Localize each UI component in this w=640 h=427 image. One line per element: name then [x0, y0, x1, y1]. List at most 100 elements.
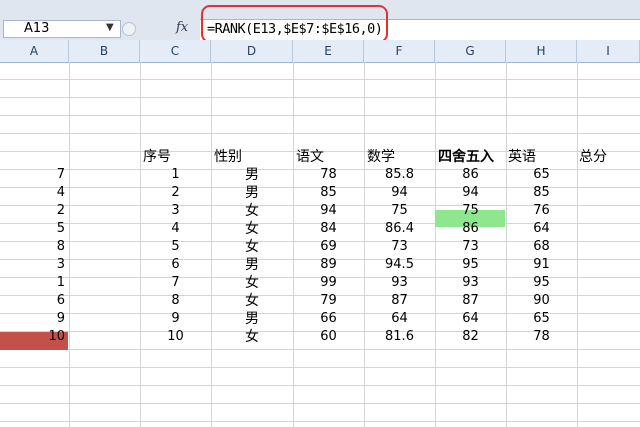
cell-rank[interactable]: 6	[0, 292, 65, 310]
grid-line	[69, 62, 70, 427]
column-header-d[interactable]: D	[211, 40, 293, 62]
cell-round[interactable]: 64	[435, 310, 506, 328]
header-gender: 性别	[214, 149, 242, 165]
cell-chinese[interactable]: 60	[293, 328, 364, 346]
column-header-f[interactable]: F	[364, 40, 435, 62]
cell-rank[interactable]: 10	[0, 328, 65, 346]
column-header-i[interactable]: I	[577, 40, 640, 62]
cell-english[interactable]: 95	[506, 274, 577, 292]
cell-round[interactable]: 82	[435, 328, 506, 346]
cell-math[interactable]: 87	[364, 292, 435, 310]
header-chinese: 语文	[296, 149, 324, 165]
formula-annotation-outline	[201, 5, 388, 43]
insert-function-icon[interactable]: fx	[176, 20, 188, 35]
cell-math[interactable]: 73	[364, 238, 435, 256]
cell-gender[interactable]: 女	[211, 328, 293, 346]
cell-index[interactable]: 6	[140, 256, 211, 274]
cell-index[interactable]: 1	[140, 166, 211, 184]
cell-chinese[interactable]: 94	[293, 202, 364, 220]
cell-gender[interactable]: 女	[211, 274, 293, 292]
cell-rank[interactable]: 9	[0, 310, 65, 328]
cell-gender[interactable]: 男	[211, 310, 293, 328]
cell-math[interactable]: 93	[364, 274, 435, 292]
cell-english[interactable]: 85	[506, 184, 577, 202]
cell-rank[interactable]: 8	[0, 238, 65, 256]
cell-chinese[interactable]: 84	[293, 220, 364, 238]
cell-math[interactable]: 75	[364, 202, 435, 220]
column-header-g[interactable]: G	[435, 40, 506, 62]
cell-gender[interactable]: 男	[211, 256, 293, 274]
cell-english[interactable]: 76	[506, 202, 577, 220]
cell-chinese[interactable]: 66	[293, 310, 364, 328]
cell-rank[interactable]: 2	[0, 202, 65, 220]
cell-chinese[interactable]: 78	[293, 166, 364, 184]
grid-line	[0, 349, 640, 350]
cell-rank[interactable]: 5	[0, 220, 65, 238]
name-box[interactable]: A13	[3, 20, 121, 38]
grid-line	[0, 97, 640, 98]
cell-math[interactable]: 94.5	[364, 256, 435, 274]
grid-line	[0, 115, 640, 116]
cell-round[interactable]: 93	[435, 274, 506, 292]
cell-index[interactable]: 8	[140, 292, 211, 310]
column-header-e[interactable]: E	[293, 40, 364, 62]
cell-round[interactable]: 86	[435, 220, 506, 238]
column-header-h[interactable]: H	[506, 40, 577, 62]
cell-round[interactable]: 87	[435, 292, 506, 310]
cell-math[interactable]: 85.8	[364, 166, 435, 184]
cell-english[interactable]: 90	[506, 292, 577, 310]
cell-round[interactable]: 95	[435, 256, 506, 274]
cell-chinese[interactable]: 85	[293, 184, 364, 202]
resize-handle-icon[interactable]	[122, 22, 136, 36]
cell-math[interactable]: 81.6	[364, 328, 435, 346]
grid-line	[0, 367, 640, 368]
cell-chinese[interactable]: 99	[293, 274, 364, 292]
formula-bar: A13 ▼ fx =RANK(E13,$E$7:$E$16,0)	[0, 0, 640, 43]
cell-chinese[interactable]: 79	[293, 292, 364, 310]
cell-gender[interactable]: 女	[211, 238, 293, 256]
cell-english[interactable]: 64	[506, 220, 577, 238]
header-math: 数学	[367, 149, 395, 165]
cell-round[interactable]: 75	[435, 202, 506, 220]
cell-chinese[interactable]: 89	[293, 256, 364, 274]
sheet-grid[interactable]: 序号 性别 语文 数学 四舍五入 英语 总分 7 1 男 78 85.8 86 65 4 2 男 8…	[0, 62, 640, 427]
cell-math[interactable]: 86.4	[364, 220, 435, 238]
cell-english[interactable]: 78	[506, 328, 577, 346]
cell-math[interactable]: 94	[364, 184, 435, 202]
cell-rank[interactable]: 4	[0, 184, 65, 202]
column-headers: A B C D E F G H I	[0, 40, 640, 63]
cell-index[interactable]: 4	[140, 220, 211, 238]
header-round: 四舍五入	[438, 149, 494, 165]
column-header-c[interactable]: C	[140, 40, 211, 62]
cell-english[interactable]: 65	[506, 310, 577, 328]
column-header-a[interactable]: A	[0, 40, 69, 62]
cell-gender[interactable]: 女	[211, 220, 293, 238]
cell-round[interactable]: 86	[435, 166, 506, 184]
cell-index[interactable]: 7	[140, 274, 211, 292]
cell-gender[interactable]: 女	[211, 202, 293, 220]
cell-math[interactable]: 64	[364, 310, 435, 328]
cell-index[interactable]: 10	[140, 328, 211, 346]
column-header-b[interactable]: B	[69, 40, 140, 62]
cell-index[interactable]: 3	[140, 202, 211, 220]
grid-line	[0, 421, 640, 422]
cell-round[interactable]: 73	[435, 238, 506, 256]
cell-round[interactable]: 94	[435, 184, 506, 202]
cell-gender[interactable]: 男	[211, 184, 293, 202]
cell-english[interactable]: 68	[506, 238, 577, 256]
cell-index[interactable]: 2	[140, 184, 211, 202]
cell-english[interactable]: 91	[506, 256, 577, 274]
cell-index[interactable]: 5	[140, 238, 211, 256]
cell-index[interactable]: 9	[140, 310, 211, 328]
grid-line	[0, 133, 640, 134]
cell-english[interactable]: 65	[506, 166, 577, 184]
grid-line	[0, 79, 640, 80]
cell-chinese[interactable]: 69	[293, 238, 364, 256]
cell-gender[interactable]: 男	[211, 166, 293, 184]
chevron-down-icon[interactable]: ▼	[106, 22, 114, 33]
header-index: 序号	[143, 149, 171, 165]
cell-rank[interactable]: 1	[0, 274, 65, 292]
cell-rank[interactable]: 3	[0, 256, 65, 274]
cell-rank[interactable]: 7	[0, 166, 65, 184]
cell-gender[interactable]: 女	[211, 292, 293, 310]
